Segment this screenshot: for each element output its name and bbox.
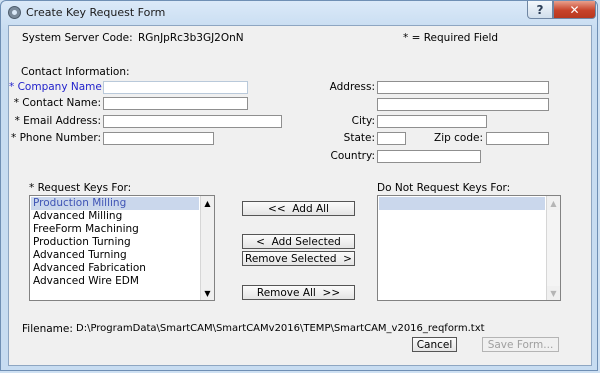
save-form-button[interactable]: Save Form... xyxy=(482,337,559,352)
request-keys-label: * Request Keys For: xyxy=(29,182,132,194)
down-arrow-icon: ▼ xyxy=(550,288,557,298)
address-line1-field[interactable] xyxy=(377,81,549,94)
help-button[interactable]: ? xyxy=(527,1,553,19)
country-label: Country: xyxy=(330,150,376,162)
email-address-field[interactable] xyxy=(103,115,282,128)
server-code-value: RGnJpRc3b3GJ2OnN xyxy=(138,32,244,44)
list-item[interactable]: Advanced Turning xyxy=(31,249,199,262)
request-keys-items: Production Milling Advanced Milling FreeFo… xyxy=(31,197,199,288)
scroll-up-button[interactable]: ▲ xyxy=(201,196,214,210)
list-item[interactable]: Production Milling xyxy=(31,197,199,210)
company-name-field[interactable] xyxy=(103,81,248,94)
add-selected-button[interactable]: < Add Selected xyxy=(242,234,355,249)
zip-code-field[interactable] xyxy=(486,132,549,145)
help-icon: ? xyxy=(536,2,544,17)
scroll-down-button[interactable]: ▼ xyxy=(547,286,560,300)
email-address-label: * Email Address: xyxy=(14,115,101,127)
app-icon xyxy=(8,6,21,19)
country-field[interactable] xyxy=(377,150,481,163)
filename-value: D:\ProgramData\SmartCAM\SmartCAMv2016\TE… xyxy=(76,323,485,334)
form-body: System Server Code: RGnJpRc3b3GJ2OnN * =… xyxy=(8,25,592,366)
do-not-request-scrollbar[interactable]: ▲ ▼ xyxy=(546,196,560,300)
contact-name-label: * Contact Name: xyxy=(13,97,101,109)
request-keys-scrollbar[interactable]: ▲ ▼ xyxy=(200,196,214,300)
list-item[interactable]: Advanced Milling xyxy=(31,210,199,223)
address-label: Address: xyxy=(329,81,375,93)
list-item[interactable] xyxy=(379,197,545,210)
do-not-request-label: Do Not Request Keys For: xyxy=(377,182,511,194)
phone-number-field[interactable] xyxy=(103,132,214,145)
state-label: State: xyxy=(343,132,375,144)
list-item[interactable]: Advanced Wire EDM xyxy=(31,275,199,288)
server-code-label: System Server Code: xyxy=(22,32,133,44)
city-label: City: xyxy=(351,115,375,127)
remove-selected-button[interactable]: Remove Selected > xyxy=(242,251,355,266)
required-field-note: * = Required Field xyxy=(403,32,499,44)
window-title: Create Key Request Form xyxy=(26,6,166,19)
address-line2-field[interactable] xyxy=(377,98,549,111)
zip-code-label: Zip code: xyxy=(434,132,483,144)
contact-name-field[interactable] xyxy=(103,97,248,110)
do-not-request-items xyxy=(379,197,545,210)
cancel-button[interactable]: Cancel xyxy=(412,337,457,352)
up-arrow-icon: ▲ xyxy=(204,198,211,208)
city-field[interactable] xyxy=(377,115,487,128)
remove-all-button[interactable]: Remove All >> xyxy=(242,285,355,300)
company-name-label: * Company Name: xyxy=(9,81,106,93)
title-bar[interactable]: Create Key Request Form ? ✕ xyxy=(1,1,599,25)
dialog-window: Create Key Request Form ? ✕ System Serve… xyxy=(0,0,598,371)
request-keys-list[interactable]: Production Milling Advanced Milling FreeFo… xyxy=(29,195,215,301)
scroll-up-button[interactable]: ▲ xyxy=(547,196,560,210)
state-field[interactable] xyxy=(377,132,406,145)
down-arrow-icon: ▼ xyxy=(204,288,211,298)
filename-label: Filename: xyxy=(22,323,73,335)
list-item[interactable]: Production Turning xyxy=(31,236,199,249)
contact-section-label: Contact Information: xyxy=(21,66,130,78)
up-arrow-icon: ▲ xyxy=(550,198,557,208)
list-item[interactable]: FreeForm Machining xyxy=(31,223,199,236)
list-item[interactable]: Advanced Fabrication xyxy=(31,262,199,275)
phone-number-label: * Phone Number: xyxy=(11,132,101,144)
do-not-request-list[interactable]: ▲ ▼ xyxy=(377,195,561,301)
close-button[interactable]: ✕ xyxy=(553,1,596,19)
scroll-down-button[interactable]: ▼ xyxy=(201,286,214,300)
close-icon: ✕ xyxy=(569,2,580,17)
add-all-button[interactable]: << Add All xyxy=(242,201,355,216)
